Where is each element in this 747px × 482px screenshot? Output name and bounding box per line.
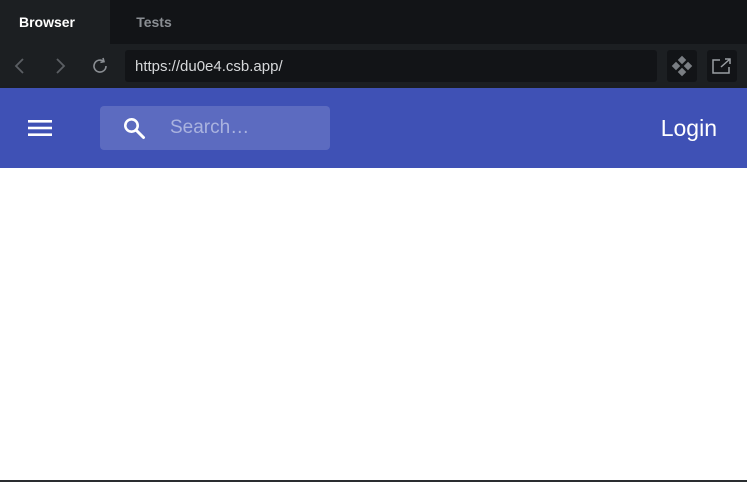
search-icon <box>124 118 145 139</box>
tab-browser[interactable]: Browser <box>0 0 110 44</box>
reload-button[interactable] <box>88 54 112 78</box>
devtools-button[interactable] <box>667 50 697 82</box>
address-bar: https://du0e4.csb.app/ <box>0 44 747 88</box>
login-button[interactable]: Login <box>661 112 717 144</box>
open-external-icon <box>712 58 731 74</box>
url-text: https://du0e4.csb.app/ <box>135 57 283 75</box>
codesandbox-icon <box>671 55 693 77</box>
login-label: Login <box>660 114 717 141</box>
tab-tests-label: Tests <box>136 14 172 30</box>
reload-icon <box>93 57 107 73</box>
hamburger-menu-icon <box>28 120 52 136</box>
search-input[interactable] <box>170 106 326 150</box>
back-button[interactable] <box>8 54 32 78</box>
tab-browser-label: Browser <box>18 14 76 30</box>
tab-tests[interactable]: Tests <box>110 0 198 44</box>
page-content <box>0 168 747 480</box>
browser-preview: Browser Tests https://du0e4.csb.app/ Sea… <box>0 0 747 482</box>
chevron-left-icon <box>14 58 24 74</box>
chevron-right-icon <box>56 58 66 74</box>
url-input[interactable]: https://du0e4.csb.app/ <box>125 50 657 82</box>
search-box <box>100 106 330 150</box>
forward-button[interactable] <box>48 54 72 78</box>
open-external-button[interactable] <box>707 50 737 82</box>
app-header: Login <box>0 88 747 168</box>
menu-button[interactable] <box>22 114 58 142</box>
tab-bar: Browser Tests <box>0 0 747 44</box>
